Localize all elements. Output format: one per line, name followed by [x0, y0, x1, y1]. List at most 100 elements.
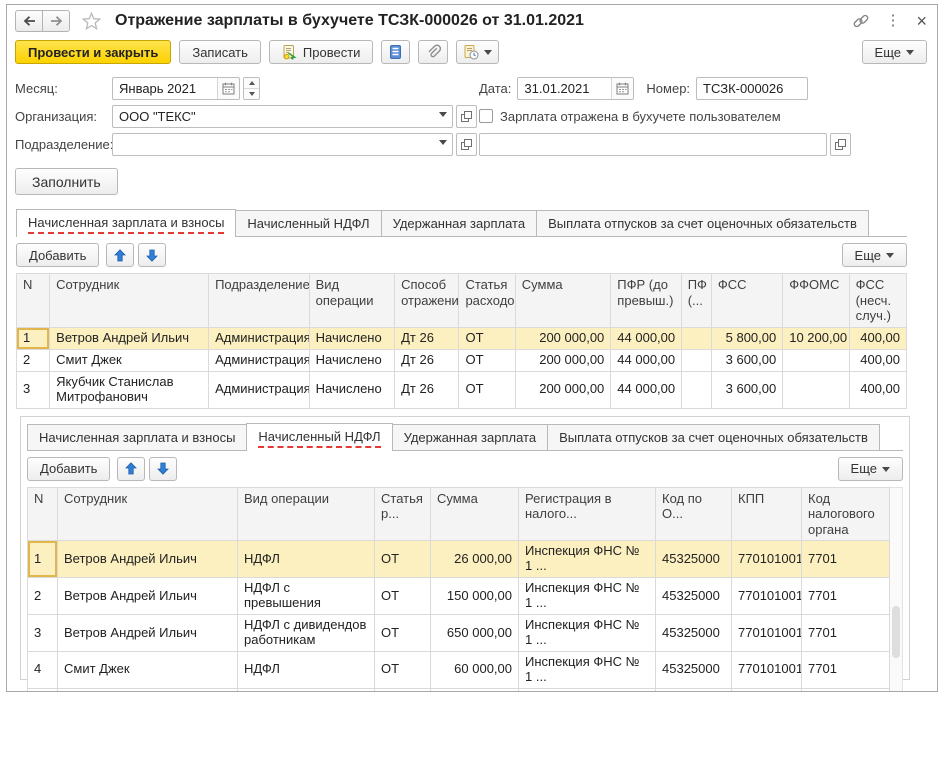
calendar-icon[interactable]: [217, 78, 239, 99]
cell[interactable]: НДФЛ с превышения: [238, 578, 375, 615]
cell[interactable]: 7701: [802, 615, 890, 652]
reflected-checkbox[interactable]: [479, 109, 493, 123]
cell[interactable]: 7701: [802, 651, 890, 688]
cell[interactable]: [783, 349, 849, 371]
show-postings-button[interactable]: [381, 40, 410, 64]
cell[interactable]: 7701: [802, 541, 890, 578]
cell[interactable]: [681, 349, 711, 371]
tab-3[interactable]: Удержанная зарплата: [392, 424, 548, 450]
cell[interactable]: 5 800,00: [711, 327, 782, 349]
save-button[interactable]: Записать: [179, 40, 261, 64]
cell[interactable]: Администрация: [209, 349, 310, 371]
chevron-down-icon[interactable]: [434, 134, 452, 155]
scrollbar-thumb[interactable]: [892, 606, 900, 658]
cell[interactable]: Начислено: [309, 327, 394, 349]
table-row[interactable]: 5Смит ДжекНДФЛ с дивидендов работникамОТ…: [28, 688, 890, 692]
cell[interactable]: 3 600,00: [711, 371, 782, 408]
section-more-button[interactable]: Еще: [842, 243, 907, 267]
cell[interactable]: Ветров Андрей Ильич: [50, 327, 209, 349]
tab-3[interactable]: Удержанная зарплата: [381, 210, 537, 236]
cell[interactable]: Смит Джек: [58, 688, 238, 692]
vertical-scrollbar[interactable]: [890, 487, 903, 692]
cell[interactable]: Начислено: [309, 349, 394, 371]
cell[interactable]: Начислено: [309, 371, 394, 408]
cell[interactable]: Дт 26: [395, 327, 459, 349]
table-row[interactable]: 3Ветров Андрей ИльичНДФЛ с дивидендов ра…: [28, 615, 890, 652]
cell[interactable]: Ветров Андрей Ильич: [58, 578, 238, 615]
cell[interactable]: 1: [17, 327, 50, 349]
cell[interactable]: ОТ: [459, 371, 515, 408]
fill-button[interactable]: Заполнить: [15, 168, 118, 195]
forward-button[interactable]: [42, 10, 70, 32]
close-icon[interactable]: ×: [916, 12, 927, 30]
cell[interactable]: 45325000: [656, 541, 732, 578]
cell[interactable]: 900 000,00: [431, 688, 519, 692]
department-open-button[interactable]: [456, 133, 477, 156]
cell[interactable]: 10 200,00: [783, 327, 849, 349]
link-icon[interactable]: [853, 13, 869, 29]
tab-4[interactable]: Выплата отпусков за счет оценочных обяза…: [536, 210, 869, 236]
calendar-icon[interactable]: [611, 78, 633, 99]
chevron-down-icon[interactable]: [434, 106, 452, 127]
cell[interactable]: Администрация: [209, 371, 310, 408]
cell[interactable]: Администрация: [209, 327, 310, 349]
tab-2[interactable]: Начисленный НДФЛ: [235, 210, 381, 236]
cell[interactable]: 400,00: [849, 371, 906, 408]
cell[interactable]: ОТ: [375, 578, 431, 615]
cell[interactable]: 7701: [802, 578, 890, 615]
cell[interactable]: 150 000,00: [431, 578, 519, 615]
cell[interactable]: [681, 327, 711, 349]
cell[interactable]: 44 000,00: [611, 371, 681, 408]
department-combo[interactable]: [112, 133, 453, 156]
move-up-button[interactable]: [106, 243, 134, 267]
month-stepper[interactable]: [243, 77, 260, 100]
add-row-button[interactable]: Добавить: [16, 243, 99, 267]
cell[interactable]: [681, 371, 711, 408]
add-row-button[interactable]: Добавить: [27, 457, 110, 481]
cell[interactable]: Дт 26: [395, 371, 459, 408]
table-row[interactable]: 1Ветров Андрей ИльичАдминистрацияНачисле…: [17, 327, 907, 349]
responsible-open-button[interactable]: [830, 133, 851, 156]
responsible-input[interactable]: [479, 133, 827, 156]
cell[interactable]: ОТ: [459, 327, 515, 349]
tab-4[interactable]: Выплата отпусков за счет оценочных обяза…: [547, 424, 880, 450]
stepper-up-icon[interactable]: [244, 78, 259, 89]
kebab-menu-icon[interactable]: ⋮: [885, 13, 900, 28]
cell[interactable]: Инспекция ФНС № 1 ...: [519, 578, 656, 615]
section-more-button[interactable]: Еще: [838, 457, 903, 481]
cell[interactable]: 2: [28, 578, 58, 615]
cell[interactable]: ОТ: [375, 541, 431, 578]
organization-combo[interactable]: ООО "ТЕКС": [112, 105, 453, 128]
cell[interactable]: 200 000,00: [515, 327, 611, 349]
cell[interactable]: 45325000: [656, 615, 732, 652]
cell[interactable]: [783, 371, 849, 408]
cell[interactable]: Смит Джек: [58, 651, 238, 688]
cell[interactable]: 770101001: [732, 541, 802, 578]
cell[interactable]: 400,00: [849, 327, 906, 349]
move-down-button[interactable]: [138, 243, 166, 267]
tab-2[interactable]: Начисленный НДФЛ: [246, 423, 392, 451]
post-button[interactable]: Провести: [269, 40, 374, 64]
cell[interactable]: Инспекция ФНС № 1 ...: [519, 688, 656, 692]
cell[interactable]: Якубчик Станислав Митрофанович: [50, 371, 209, 408]
table-row[interactable]: 2Ветров Андрей ИльичНДФЛ с превышенияОТ1…: [28, 578, 890, 615]
cell[interactable]: Инспекция ФНС № 1 ...: [519, 651, 656, 688]
cell[interactable]: 200 000,00: [515, 371, 611, 408]
number-input[interactable]: ТСЗК-000026: [696, 77, 808, 100]
cell[interactable]: Дт 26: [395, 349, 459, 371]
cell[interactable]: Смит Джек: [50, 349, 209, 371]
cell[interactable]: 45325000: [656, 651, 732, 688]
cell[interactable]: Ветров Андрей Ильич: [58, 541, 238, 578]
toolbar-more-button[interactable]: Еще: [862, 40, 927, 64]
cell[interactable]: ОТ: [375, 651, 431, 688]
tab-1[interactable]: Начисленная зарплата и взносы: [27, 424, 247, 450]
cell[interactable]: 770101001: [732, 615, 802, 652]
tab-1[interactable]: Начисленная зарплата и взносы: [16, 209, 236, 237]
cell[interactable]: 26 000,00: [431, 541, 519, 578]
table-row[interactable]: 3Якубчик Станислав МитрофановичАдминистр…: [17, 371, 907, 408]
cell[interactable]: 650 000,00: [431, 615, 519, 652]
cell[interactable]: ОТ: [375, 688, 431, 692]
cell[interactable]: Инспекция ФНС № 1 ...: [519, 615, 656, 652]
cell[interactable]: 5: [28, 688, 58, 692]
cell[interactable]: ОТ: [459, 349, 515, 371]
